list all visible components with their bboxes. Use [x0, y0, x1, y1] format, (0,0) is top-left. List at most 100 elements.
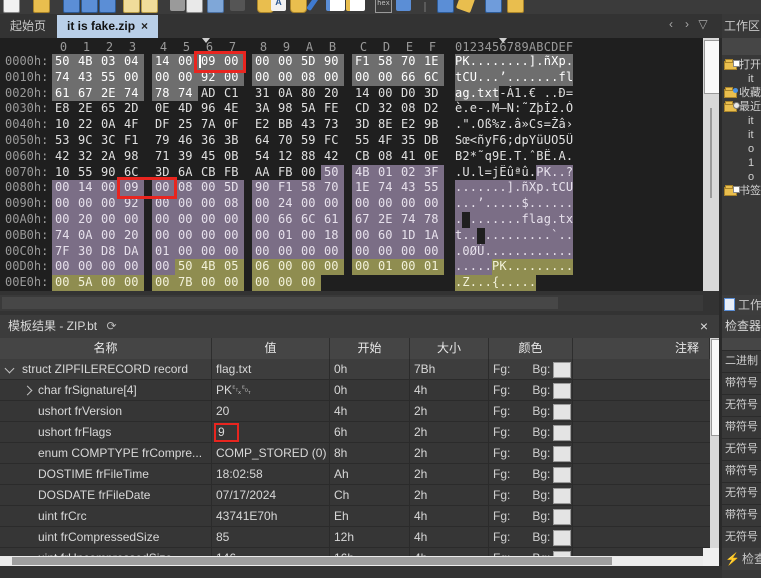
ascii-char[interactable]: .	[514, 244, 521, 260]
ascii-char[interactable]: p	[558, 54, 565, 70]
ascii-char[interactable]: .	[470, 117, 477, 133]
ascii-char[interactable]: p	[536, 180, 543, 196]
hex-byte[interactable]: 3B	[221, 133, 244, 149]
cell-name[interactable]: char frSignature[4]	[0, 380, 212, 400]
hex-byte[interactable]: 14	[75, 180, 98, 196]
table-row[interactable]: char frSignature[4]PK␃␄0h4hFg:Bg:	[0, 380, 710, 401]
ascii-char[interactable]: U	[566, 180, 573, 196]
columns-icon[interactable]	[437, 0, 454, 13]
hex-byte[interactable]: 00	[252, 244, 275, 260]
ascii-char[interactable]: .	[462, 228, 469, 244]
hex-byte[interactable]: 0A	[98, 117, 121, 133]
ascii-char[interactable]: C	[529, 117, 536, 133]
hex-byte[interactable]: CB	[198, 165, 221, 181]
cell-name[interactable]: ushort frVersion	[0, 401, 212, 421]
new-file-icon[interactable]	[3, 0, 20, 13]
hex-byte[interactable]: 00	[321, 259, 344, 275]
ascii-char[interactable]: .	[529, 165, 536, 181]
ascii-char[interactable]: .	[470, 212, 477, 228]
hex-byte[interactable]: 00	[121, 212, 144, 228]
cell-name[interactable]: uint frCrc	[0, 506, 212, 526]
sort-icon[interactable]	[396, 0, 411, 11]
hex-byte[interactable]: 43	[398, 180, 421, 196]
hex-byte[interactable]: 74	[52, 70, 75, 86]
cell-value[interactable]: 9	[212, 422, 330, 442]
hex-byte[interactable]: 20	[321, 86, 344, 102]
ascii-char[interactable]: .	[499, 244, 506, 260]
ascii-char[interactable]: .	[558, 259, 565, 275]
ascii-char[interactable]: U	[544, 133, 551, 149]
hex-byte[interactable]: 0B	[221, 149, 244, 165]
hex-byte[interactable]: 00	[321, 196, 344, 212]
ascii-char[interactable]: .	[544, 244, 551, 260]
ascii-char[interactable]: F	[492, 133, 499, 149]
hex-byte[interactable]: 25	[175, 117, 198, 133]
hex-byte[interactable]: 00	[52, 212, 75, 228]
ascii-char[interactable]: 2	[551, 101, 558, 117]
cell-comment[interactable]	[573, 527, 710, 547]
ascii-char[interactable]: .	[544, 228, 551, 244]
hex-byte[interactable]: 00	[175, 212, 198, 228]
table-row[interactable]: ushort frVersion204h2hFg:Bg:	[0, 401, 710, 422]
bg-color-swatch[interactable]	[553, 383, 571, 399]
ascii-char[interactable]: –	[499, 101, 506, 117]
hex-byte[interactable]: 00	[352, 70, 375, 86]
cell-name[interactable]: enum COMPTYPE frCompre...	[0, 443, 212, 463]
inspector-row[interactable]: 带符号	[722, 417, 761, 439]
ascii-char[interactable]: t	[455, 228, 462, 244]
hex-byte[interactable]: 08	[298, 70, 321, 86]
ascii-char[interactable]: .	[522, 54, 529, 70]
hex-byte[interactable]: 9B	[421, 117, 444, 133]
ascii-char[interactable]: .	[485, 275, 492, 291]
bg-color-swatch[interactable]	[553, 530, 571, 546]
hex-byte[interactable]: 31	[252, 86, 275, 102]
cell-size[interactable]: 4h	[410, 380, 489, 400]
ascii-char[interactable]: <	[470, 133, 477, 149]
ascii-char[interactable]: T	[514, 149, 521, 165]
hex-byte[interactable]: 00	[398, 196, 421, 212]
ascii-char[interactable]: .	[522, 149, 529, 165]
workspace-item-收藏[interactable]: 收藏	[722, 86, 761, 100]
hex-byte[interactable]: 2E	[375, 212, 398, 228]
hex-byte[interactable]: DF	[152, 117, 175, 133]
ascii-char[interactable]: P	[536, 165, 543, 181]
hex-byte[interactable]: 3A	[252, 101, 275, 117]
ascii-char[interactable]: Ú	[477, 244, 484, 260]
ascii-char[interactable]: {	[492, 275, 499, 291]
column-header-6[interactable]: 注释	[573, 338, 710, 359]
ascii-char[interactable]: .	[485, 101, 492, 117]
cell-name[interactable]: ushort frFlags	[0, 422, 212, 442]
bg-color-swatch[interactable]	[553, 509, 571, 525]
cell-start[interactable]: 0h	[330, 380, 410, 400]
ascii-char[interactable]: .	[462, 196, 469, 212]
ascii-char[interactable]: K	[499, 259, 506, 275]
hex-byte[interactable]: 00	[321, 70, 344, 86]
hex-byte[interactable]: 73	[321, 117, 344, 133]
workspace-item-打开[interactable]: 打开	[722, 58, 761, 72]
ascii-char[interactable]: .	[566, 228, 573, 244]
cell-color[interactable]: Fg:Bg:	[489, 380, 573, 400]
hex-byte[interactable]: 4F	[121, 117, 144, 133]
hex-byte[interactable]: 2E	[75, 101, 98, 117]
hex-byte[interactable]: 00	[398, 259, 421, 275]
ascii-char[interactable]: ]	[507, 180, 514, 196]
ascii-char[interactable]: .	[462, 180, 469, 196]
hex-byte[interactable]: 3C	[98, 133, 121, 149]
hex-byte[interactable]: BB	[275, 117, 298, 133]
cell-start[interactable]: 4h	[330, 401, 410, 421]
ascii-char[interactable]: X	[529, 180, 536, 196]
ascii-char[interactable]: Û	[566, 133, 573, 149]
hex-byte[interactable]: 55	[421, 180, 444, 196]
workspace-item-it[interactable]: it	[722, 72, 761, 86]
ascii-char[interactable]: .	[514, 196, 521, 212]
workspace-item-o[interactable]: o	[722, 142, 761, 156]
hex-byte[interactable]: 00	[298, 165, 321, 181]
ascii-char[interactable]: .	[514, 180, 521, 196]
hex-byte[interactable]: 18	[321, 228, 344, 244]
hex-byte[interactable]: 00	[375, 244, 398, 260]
ascii-char[interactable]: .	[470, 180, 477, 196]
tab-start-page[interactable]: 起始页	[0, 15, 56, 38]
hex-byte[interactable]: 00	[298, 228, 321, 244]
ascii-char[interactable]: 1	[514, 86, 521, 102]
hex-byte[interactable]: 4F	[375, 133, 398, 149]
